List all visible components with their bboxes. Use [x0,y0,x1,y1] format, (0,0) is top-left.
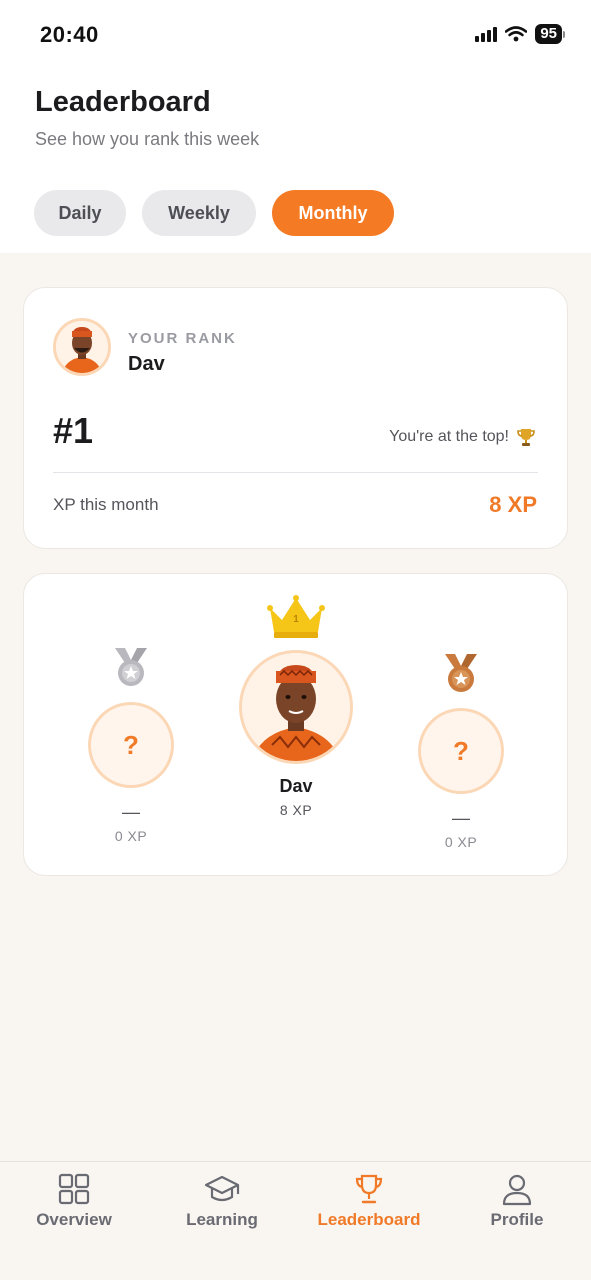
user-avatar-illustration [56,321,108,373]
user-icon [502,1174,532,1206]
tab-monthly[interactable]: Monthly [272,190,394,236]
trophy-icon [355,1174,383,1204]
podium-xp: 0 XP [114,828,148,844]
avatar [239,650,353,764]
podium-name: — [122,802,140,822]
battery-level: 95 [535,24,562,44]
nav-label: Learning [186,1210,258,1229]
status-bar: 20:40 95 [0,0,591,70]
nav-profile[interactable]: Profile [443,1172,591,1230]
bottom-nav: Overview Learning Leaderboard Profile [0,1161,591,1280]
rank-message-text: You're at the top! [389,428,509,445]
avatar [53,318,111,376]
podium-third-place[interactable]: ? — 0 XP [418,652,504,850]
podium-xp: 8 XP [279,802,313,818]
trophy-icon [517,429,535,446]
status-icons: 95 [475,24,565,44]
nav-overview[interactable]: Overview [0,1172,148,1230]
podium-name: Dav [279,776,313,796]
page-subtitle: See how you rank this week [35,129,260,149]
graduation-cap-icon [204,1175,240,1202]
user-avatar-illustration [242,653,350,761]
avatar-placeholder: ? [88,702,174,788]
podium-name: — [452,808,470,828]
podium-first-place[interactable]: 1 Dav 8 XP [238,594,354,818]
rank-message: You're at the top! [389,426,537,448]
your-rank-name: Dav [128,353,165,375]
podium-card: ? — 0 XP 1 Dav 8 XP ? — 0 XP [23,573,568,876]
bronze-medal-icon [445,654,477,692]
tab-weekly[interactable]: Weekly [142,190,256,236]
nav-label: Profile [490,1210,544,1229]
nav-learning[interactable]: Learning [148,1172,296,1230]
period-tabs: Daily Weekly Monthly [34,190,394,236]
crown-icon: 1 [267,595,325,638]
silver-medal-icon [115,648,147,686]
nav-label: Leaderboard [317,1210,421,1229]
wifi-icon [505,26,528,42]
cellular-signal-icon [475,26,498,42]
podium-second-place[interactable]: ? — 0 XP [88,646,174,844]
page-title: Leaderboard [35,86,211,118]
tab-daily[interactable]: Daily [34,190,126,236]
your-rank-label: YOUR RANK [128,330,237,347]
your-rank-card: YOUR RANK Dav #1 You're at the top! XP t… [23,287,568,549]
svg-text:1: 1 [293,614,299,625]
nav-label: Overview [36,1210,112,1229]
podium-xp: 0 XP [444,834,478,850]
grid-icon [58,1173,90,1205]
xp-value: 8 XP [489,492,537,517]
avatar-placeholder: ? [418,708,504,794]
divider [53,472,538,473]
nav-leaderboard[interactable]: Leaderboard [295,1172,443,1230]
rank-number: #1 [53,410,94,451]
status-time: 20:40 [40,22,99,47]
battery-icon: 95 [535,24,565,44]
xp-label: XP this month [53,495,159,514]
